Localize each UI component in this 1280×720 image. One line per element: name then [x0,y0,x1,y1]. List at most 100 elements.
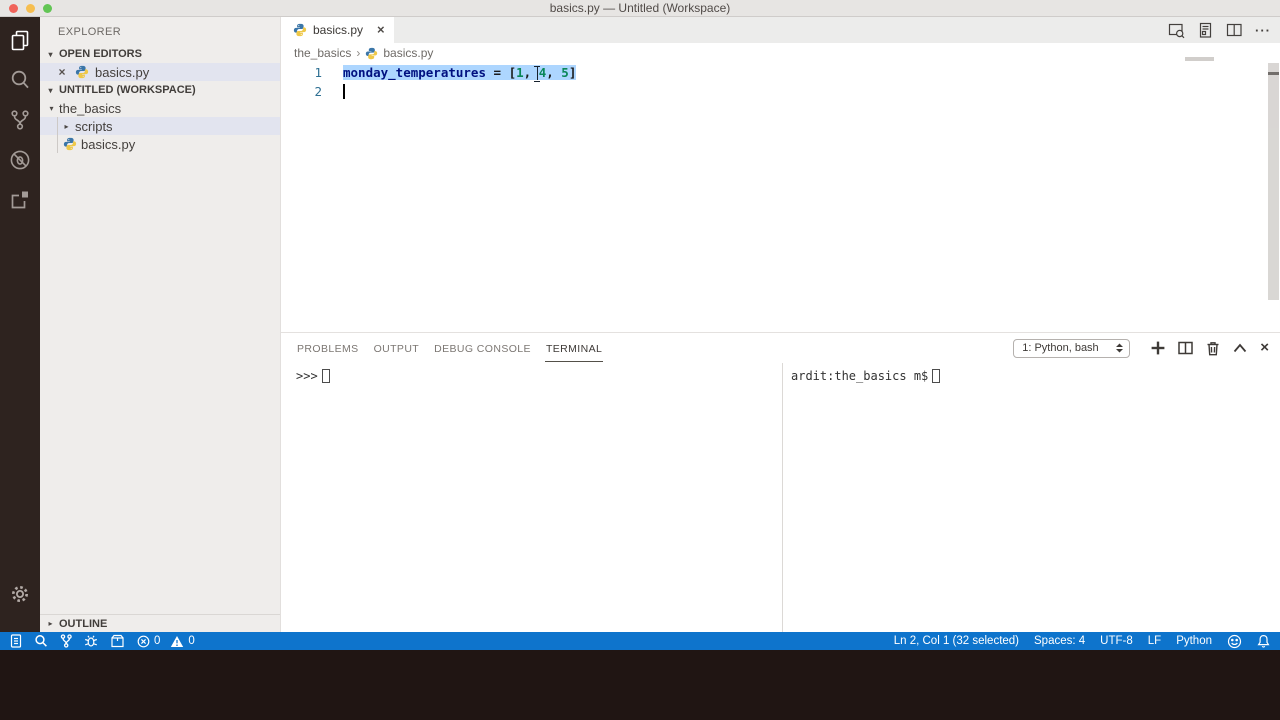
python-icon [63,137,77,151]
terminal-cursor [932,369,941,383]
code-editor[interactable]: 1 monday_temperatures = [1, 4, 5] 2 [281,63,1280,332]
indentation[interactable]: Spaces: 4 [1034,635,1085,647]
chevron-right-icon [356,46,360,60]
close-icon[interactable] [56,67,68,77]
open-changes-icon[interactable] [1168,22,1185,39]
breadcrumb-file[interactable]: basics.py [383,46,433,60]
outline-header[interactable]: OUTLINE [40,614,280,632]
search-icon[interactable] [8,68,32,92]
smiley-icon[interactable] [1227,634,1242,649]
activity-bar [0,17,40,632]
zoom-window-button[interactable] [43,4,52,13]
chevron-right-icon [61,122,72,131]
python-icon [293,23,307,37]
terminal-cursor [321,369,330,383]
close-window-button[interactable] [9,4,18,13]
git-branch-icon[interactable] [60,634,72,648]
source-control-icon[interactable] [8,108,32,132]
minimize-window-button[interactable] [26,4,35,13]
package-icon[interactable] [110,634,125,648]
tab-basics-py[interactable]: basics.py [281,17,394,43]
encoding[interactable]: UTF-8 [1100,635,1133,647]
overview-ruler-selection-mark [1268,72,1279,75]
cursor-position[interactable]: Ln 2, Col 1 (32 selected) [894,635,1019,647]
terminal-toolbar: 1: Python, bash [1013,333,1269,363]
python-icon [366,47,378,59]
split-terminal-icon[interactable] [1178,341,1193,355]
close-panel-icon[interactable] [1260,342,1269,354]
status-left: 0 0 [10,634,195,648]
language-mode[interactable]: Python [1176,635,1212,647]
text-caret [343,84,345,99]
desktop-background: basics.py — Untitled (Workspace) EXPLORE… [0,0,1280,720]
gear-icon[interactable] [8,582,32,606]
editor-group: basics.py the_basics basics.py [280,17,1280,632]
bell-icon[interactable] [1257,634,1270,649]
editor-scrollbar[interactable] [1268,63,1279,300]
status-bar: 0 0 Ln 2, Col 1 (32 selected) Spaces: 4 … [0,632,1280,650]
tab-debug-console[interactable]: DEBUG CONSOLE [433,335,532,361]
chevron-down-icon [45,86,56,95]
breadcrumb: the_basics basics.py [281,43,1280,63]
mouse-ibeam-cursor [534,66,541,82]
terminal-python[interactable]: >>> [281,363,782,632]
warning-icon [171,635,184,647]
breadcrumb-folder[interactable]: the_basics [294,46,351,60]
minimap[interactable] [1185,57,1214,61]
debug-icon[interactable] [8,148,32,172]
tree-folder-the-basics[interactable]: the_basics [40,99,280,117]
error-icon [137,635,150,647]
tab-output[interactable]: OUTPUT [373,335,421,361]
tree-folder-scripts[interactable]: scripts [40,117,280,135]
bash-prompt: ardit:the_basics m$ [791,369,929,383]
updown-arrows-icon [1116,343,1124,353]
problems-errors[interactable]: 0 0 [137,635,195,648]
vscode-window: basics.py — Untitled (Workspace) EXPLORE… [0,0,1280,650]
traffic-lights [9,4,52,13]
bug-icon[interactable] [84,634,98,648]
more-actions-icon[interactable] [1255,23,1271,38]
explorer-sidebar: EXPLORER OPEN EDITORS basics.py UNTITLED… [40,17,280,632]
tree-file-basics[interactable]: basics.py [40,135,280,153]
tab-bar: basics.py [281,17,1280,43]
extensions-icon[interactable] [8,188,32,212]
window-title: basics.py — Untitled (Workspace) [549,1,731,15]
terminal-selector-dropdown[interactable]: 1: Python, bash [1013,338,1131,358]
terminal-area: >>> ardit:the_basics m$ [281,363,1280,632]
trash-icon[interactable] [1206,341,1220,356]
code-line-1[interactable]: 1 monday_temperatures = [1, 4, 5] [281,63,1280,82]
tab-terminal[interactable]: TERMINAL [544,335,604,362]
open-preview-icon[interactable] [1197,22,1214,39]
eol-sequence[interactable]: LF [1148,635,1161,647]
workspace-header[interactable]: UNTITLED (WORKSPACE) [40,81,280,99]
python-repl-prompt: >>> [296,369,318,383]
title-bar: basics.py — Untitled (Workspace) [0,0,1280,17]
tab-problems[interactable]: PROBLEMS [296,335,360,361]
chevron-right-icon [45,619,56,628]
code-line-2[interactable]: 2 [281,82,1280,101]
split-editor-icon[interactable] [1226,22,1243,39]
line-number[interactable]: 1 [281,65,322,80]
close-icon[interactable] [377,25,385,35]
indent-guide [57,117,58,153]
sidebar-title: EXPLORER [58,26,122,38]
chevron-down-icon [46,104,57,113]
python-icon [75,65,89,79]
open-editors-header[interactable]: OPEN EDITORS [40,45,280,63]
files-icon[interactable] [8,28,32,52]
bottom-panel: PROBLEMS OUTPUT DEBUG CONSOLE TERMINAL 1… [281,332,1280,632]
search-icon[interactable] [34,634,48,648]
document-icon[interactable] [10,634,22,648]
chevron-up-icon[interactable] [1233,343,1247,353]
line-number[interactable]: 2 [281,84,322,99]
plus-icon[interactable] [1151,341,1165,355]
tab-label: basics.py [313,23,364,37]
status-right: Ln 2, Col 1 (32 selected) Spaces: 4 UTF-… [894,634,1270,649]
editor-actions [1168,17,1271,43]
terminal-bash[interactable]: ardit:the_basics m$ [782,363,1280,632]
code-line-1-text[interactable]: monday_temperatures = [1, 4, 5] [343,65,577,82]
chevron-down-icon [45,50,56,59]
open-editor-label: basics.py [95,64,150,80]
file-tree: the_basics scripts basics.py [40,99,280,153]
open-editor-item-basics[interactable]: basics.py [40,63,280,81]
